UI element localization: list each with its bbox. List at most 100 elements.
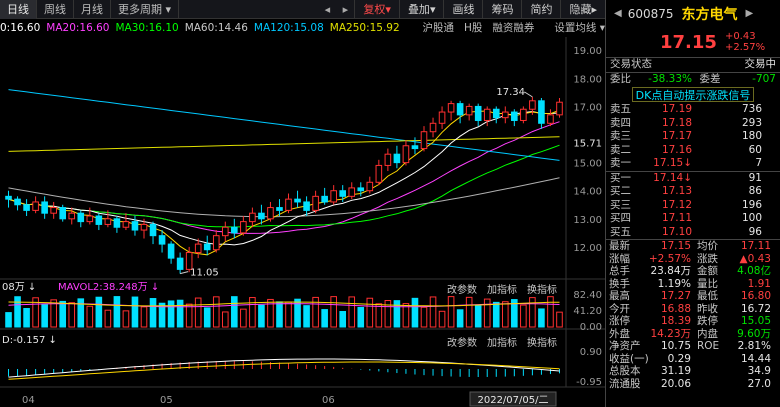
bid-row[interactable]: 买四 17.11 100 (606, 212, 780, 226)
ask-price: 17.19 (661, 103, 692, 115)
stat-label: 最新 (609, 240, 630, 252)
volume-bar-down (95, 296, 103, 328)
candle-up (501, 111, 509, 119)
volume-bar-up (375, 303, 383, 328)
ask-level: 卖三 (610, 130, 631, 142)
max-price-pointer (524, 91, 533, 98)
volume-bar-up (465, 296, 473, 328)
date-cursor-label: 2022/07/05/二 (477, 395, 548, 406)
stock-header: ◀ 600875 东方电气 ▶ (606, 0, 780, 27)
bid-price: 17.12 (661, 198, 692, 211)
candle-down (474, 105, 482, 121)
candle-up (312, 195, 319, 211)
tab-more-periods[interactable]: 更多周期 ▾ (111, 0, 180, 19)
arrow-left-icon[interactable]: ◂ (318, 0, 336, 19)
volume-bar-up (438, 310, 446, 328)
volume-bar-up (212, 296, 220, 328)
tab-monthly[interactable]: 月线 (74, 0, 111, 19)
stat-value-2: 14.44 (740, 352, 771, 365)
overlay-button[interactable]: 叠加▾ (398, 0, 444, 19)
candle-down (456, 103, 464, 116)
hk-connect-button[interactable]: 沪股通 (422, 19, 454, 37)
stat-label-2: 内盘 (697, 327, 718, 340)
stat-value-2: 17.11 (740, 240, 771, 252)
candle-down (5, 195, 12, 200)
hide-button[interactable]: 隐藏▸ (560, 0, 605, 19)
weibi-row: 委比 -38.33% 委差 -707 (606, 73, 780, 87)
vol-tick-label: 82.40 (573, 290, 602, 301)
weicha-label: 委差 (699, 72, 721, 85)
volume-bar-down (149, 298, 157, 328)
volume-bar-down (5, 312, 12, 328)
ma-settings-button[interactable]: 设置均线 ▾ (544, 19, 605, 37)
ask-volume: 293 (741, 116, 762, 129)
ma60-label: MA60:14.46 (184, 22, 248, 34)
margin-button[interactable]: 融资融券 (492, 19, 534, 37)
vol-edit-params-button[interactable]: 改参数 (447, 281, 477, 296)
vol-add-indicator-button[interactable]: 加指标 (487, 281, 517, 296)
draw-line-button[interactable]: 画线 (443, 0, 482, 19)
bid-book: 买一 17.14↓ 91 买二 17.13 86 买三 17.12 196 买四 17… (606, 172, 780, 240)
quote-panel: ◀ 600875 东方电气 ▶ 17.15 +0.43 +2.57% 交易状态 … (605, 0, 780, 407)
hide-label: 隐藏 (569, 3, 592, 16)
stat-label: 总手 (609, 265, 630, 277)
ask-row[interactable]: 卖二 17.16 60 (606, 144, 780, 158)
tab-weekly[interactable]: 周线 (37, 0, 74, 19)
volume-bar-down (14, 296, 21, 328)
bid-level: 买一 (610, 171, 631, 184)
candle-down (393, 153, 401, 164)
candle-down (41, 201, 48, 214)
candle-down (511, 111, 518, 121)
h-share-button[interactable]: H股 (464, 19, 482, 37)
stat-row: 涨幅 +2.57% 涨跌 ▲0.43 (606, 253, 780, 266)
candle-down (276, 207, 283, 211)
ask-row[interactable]: 卖五 17.19 736 (606, 103, 780, 117)
bid-volume: 96 (748, 225, 762, 238)
volume-bar-up (501, 301, 509, 328)
stat-label-2 (691, 353, 727, 366)
candle-up (221, 226, 229, 237)
bid-row[interactable]: 买一 17.14↓ 91 (606, 172, 780, 186)
candle-up (267, 207, 274, 220)
vol-switch-indicator-button[interactable]: 换指标 (527, 281, 557, 296)
chevron-down-icon: ▾ (165, 2, 172, 16)
dk-signal-button[interactable]: DK点自动提示涨跌信号 (632, 87, 754, 102)
chips-button[interactable]: 筹码 (482, 0, 521, 19)
ma250-label: MA250:15.92 (329, 22, 400, 34)
volume-bar-down (59, 300, 67, 328)
bid-price: 17.14↓ (653, 171, 692, 184)
ask-row[interactable]: 卖三 17.17 180 (606, 130, 780, 144)
volume-bar-down (303, 305, 310, 328)
kline-chart[interactable]: 19.00 18.00 17.00 15.71 15.00 14.00 13.00 12.00… (0, 37, 605, 407)
tab-daily[interactable]: 日线 (0, 0, 37, 19)
ask-row[interactable]: 卖一 17.15↓ 7 (606, 157, 780, 171)
prev-stock-icon[interactable]: ◀ (614, 8, 622, 19)
simple-button[interactable]: 简约 (521, 0, 560, 19)
candle-down (113, 218, 121, 228)
stat-value: 18.39 (660, 315, 691, 327)
macd-switch-indicator-button[interactable]: 换指标 (527, 334, 557, 349)
arrow-right-icon[interactable]: ▸ (336, 0, 354, 19)
volume-bar-down (456, 309, 464, 328)
candle-up (240, 221, 247, 234)
bid-row[interactable]: 买二 17.13 86 (606, 185, 780, 199)
mavol-label: MAVOL2:38.248万 ↓ (58, 282, 159, 293)
ask-row[interactable]: 卖四 17.18 293 (606, 117, 780, 131)
candle-up (249, 212, 256, 223)
ma-line-ma5 (8, 109, 560, 256)
stat-label: 净资产 (609, 340, 641, 352)
min-price-label: 11.05 (190, 268, 219, 279)
bid-row[interactable]: 买五 17.10 96 (606, 226, 780, 240)
stat-label: 总股本 (609, 365, 641, 377)
stat-label: 涨停 (609, 315, 630, 327)
macd-add-indicator-button[interactable]: 加指标 (487, 334, 517, 349)
adjust-button[interactable]: 复权▾ (354, 0, 399, 19)
x-axis-label: 06 (322, 395, 335, 406)
next-stock-icon[interactable]: ▶ (746, 8, 754, 19)
status-value: 交易中 (744, 58, 777, 70)
volume-bar-up (86, 305, 94, 328)
ma-line-ma250 (8, 136, 560, 152)
stat-value-2: 1.91 (747, 277, 771, 290)
bid-row[interactable]: 买三 17.12 196 (606, 199, 780, 213)
macd-edit-params-button[interactable]: 改参数 (447, 334, 477, 349)
